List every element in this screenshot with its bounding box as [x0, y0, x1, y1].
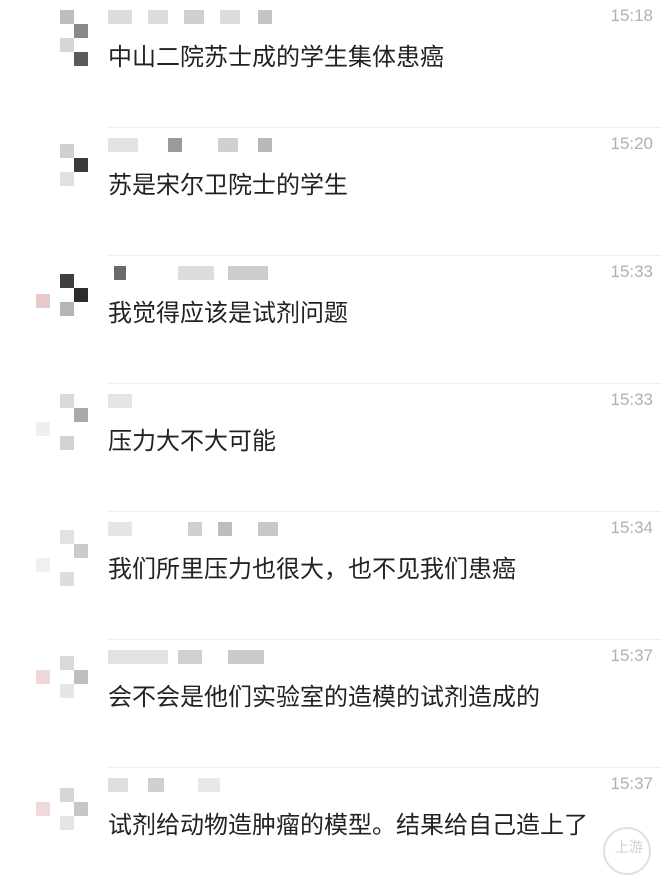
sender-name-redacted — [108, 266, 288, 282]
avatar[interactable] — [30, 778, 96, 844]
chat-message-list: 15:18 中山二院苏士成的学生集体患癌 15:20 苏是宋尔卫院士的学生 15… — [0, 0, 661, 875]
avatar[interactable] — [30, 266, 96, 332]
sender-name-redacted — [108, 778, 288, 794]
message-text: 苏是宋尔卫院士的学生 — [108, 171, 348, 199]
message-time: 15:18 — [610, 6, 653, 25]
watermark-logo: 上游 — [595, 825, 655, 875]
message-text: 中山二院苏士成的学生集体患癌 — [108, 43, 444, 71]
chat-message[interactable]: 15:37 会不会是他们实验室的造模的试剂造成的 — [0, 640, 661, 768]
message-time: 15:37 — [610, 646, 653, 665]
chat-message[interactable]: 15:18 中山二院苏士成的学生集体患癌 — [0, 0, 661, 128]
message-text: 压力大不大可能 — [108, 427, 276, 455]
sender-name-redacted — [108, 522, 288, 538]
avatar[interactable] — [30, 10, 96, 76]
chat-message[interactable]: 15:20 苏是宋尔卫院士的学生 — [0, 128, 661, 256]
message-text: 我觉得应该是试剂问题 — [108, 299, 348, 327]
chat-message[interactable]: 15:34 我们所里压力也很大，也不见我们患癌 — [0, 512, 661, 640]
chat-message[interactable]: 15:37 试剂给动物造肿瘤的模型。结果给自己造上了 — [0, 768, 661, 896]
sender-name-redacted — [108, 10, 288, 26]
message-time: 15:20 — [610, 134, 653, 153]
watermark-text: 上游 — [615, 840, 643, 856]
message-time: 15:34 — [610, 518, 653, 537]
avatar[interactable] — [30, 522, 96, 588]
sender-name-redacted — [108, 394, 288, 410]
message-text: 试剂给动物造肿瘤的模型。结果给自己造上了 — [108, 811, 588, 839]
chat-message[interactable]: 15:33 压力大不大可能 — [0, 384, 661, 512]
avatar[interactable] — [30, 394, 96, 460]
avatar[interactable] — [30, 650, 96, 716]
message-text: 会不会是他们实验室的造模的试剂造成的 — [108, 683, 540, 711]
chat-message[interactable]: 15:33 我觉得应该是试剂问题 — [0, 256, 661, 384]
message-time: 15:33 — [610, 262, 653, 281]
avatar[interactable] — [30, 138, 96, 204]
message-time: 15:33 — [610, 390, 653, 409]
message-time: 15:37 — [610, 774, 653, 793]
message-text: 我们所里压力也很大，也不见我们患癌 — [108, 555, 516, 583]
sender-name-redacted — [108, 138, 288, 154]
sender-name-redacted — [108, 650, 288, 666]
